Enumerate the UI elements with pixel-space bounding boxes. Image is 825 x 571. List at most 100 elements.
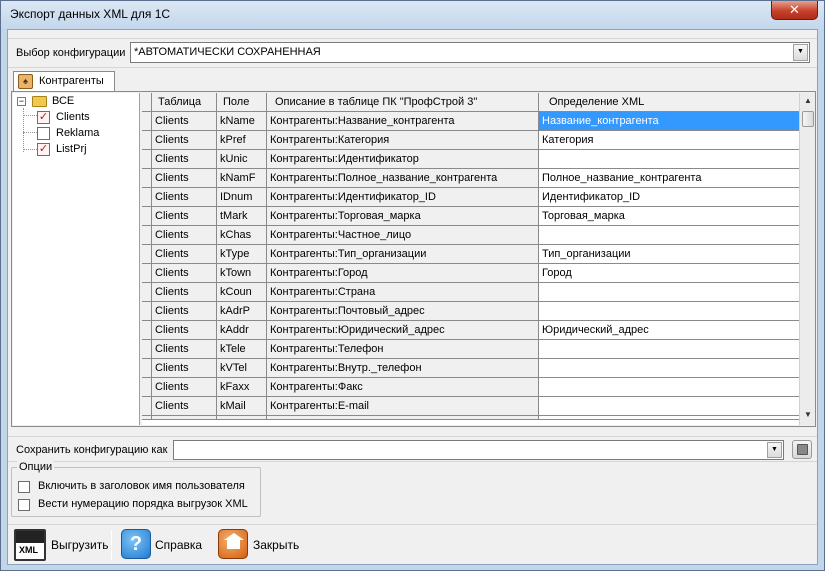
checkbox-icon[interactable] (18, 499, 30, 511)
chevron-down-icon[interactable]: ▼ (793, 44, 808, 61)
tree-connector (23, 115, 37, 116)
grid-row-header[interactable] (142, 188, 152, 207)
scroll-up-icon[interactable]: ▲ (800, 93, 816, 109)
grid-row-header[interactable] (142, 264, 152, 283)
grid-row-header[interactable] (142, 169, 152, 188)
tree-item-reklama[interactable]: Reklama (37, 126, 137, 142)
grid-column-header[interactable]: Описание в таблице ПК "ПрофСтрой 3" (267, 93, 539, 112)
grid-row-header[interactable] (142, 283, 152, 302)
grid-cell: Контрагенты:Факс (267, 378, 539, 397)
grid-cell: kNamF (217, 169, 267, 188)
save-config-input[interactable]: ▼ (173, 440, 784, 460)
contractor-icon: ♠ (18, 74, 33, 89)
xml-definition-cell[interactable] (539, 378, 811, 397)
tree-connector (23, 132, 37, 133)
save-config-row: Сохранить конфигурацию как ▼ (8, 436, 817, 462)
grid-column-header[interactable]: Поле (217, 93, 267, 112)
grid-column-header[interactable]: Таблица (152, 93, 217, 112)
close-label: Закрыть (253, 538, 300, 552)
grid-cell: Clients (152, 302, 217, 321)
grid-cell: Контрагенты:E-mail (267, 397, 539, 416)
scroll-thumb[interactable] (802, 111, 814, 127)
export-button[interactable]: XML Выгрузить (14, 528, 109, 564)
grid-row-header[interactable] (142, 378, 152, 397)
grid-row-header[interactable] (142, 131, 152, 150)
chevron-down-icon[interactable]: ▼ (767, 442, 782, 458)
close-button[interactable]: Закрыть (218, 528, 300, 564)
xml-definition-cell[interactable] (539, 283, 811, 302)
xml-definition-cell[interactable]: Идентификатор_ID (539, 188, 811, 207)
client-area: Выбор конфигурации *АВТОМАТИЧЕСКИ СОХРАН… (7, 29, 818, 565)
mapping-grid[interactable]: Таблица Поле Описание в таблице ПК "ПрофСт… (142, 93, 815, 425)
grid-cell: Контрагенты:Категория (267, 131, 539, 150)
grid-row-header[interactable] (142, 340, 152, 359)
save-config-label: Сохранить конфигурацию как (16, 444, 168, 456)
xml-definition-cell[interactable]: Юридический_адрес (539, 321, 811, 340)
scroll-down-icon[interactable]: ▼ (800, 407, 816, 423)
xml-definition-cell[interactable] (539, 150, 811, 169)
tree-root[interactable]: − ВСЕ (15, 94, 135, 110)
help-icon: ? (121, 529, 151, 559)
grid-row-header[interactable] (142, 226, 152, 245)
option-username-in-header[interactable]: Включить в заголовок имя пользователя (18, 480, 258, 496)
xml-definition-cell[interactable] (539, 302, 811, 321)
grid-cell: kFaxx (217, 378, 267, 397)
save-config-button[interactable] (792, 440, 812, 459)
tab-contractors[interactable]: ♠ Контрагенты (13, 71, 115, 91)
checkbox-icon[interactable] (18, 481, 30, 493)
grid-scrollbar[interactable]: ▲ ▼ (799, 93, 815, 425)
grid-column-header[interactable]: Определение XML (539, 93, 811, 112)
grid-cell: Контрагенты:Страна (267, 283, 539, 302)
grid-row-header[interactable] (142, 150, 152, 169)
action-bar: XML Выгрузить ? Справка Закрыть (8, 524, 817, 565)
xml-definition-cell[interactable] (539, 226, 811, 245)
xml-definition-cell[interactable]: Категория (539, 131, 811, 150)
grid-cell: kType (217, 245, 267, 264)
title-bar[interactable]: Экспорт данных XML для 1С ✕ (1, 1, 824, 29)
grid-cell: Контрагенты:Почтовый_адрес (267, 302, 539, 321)
app-window: Экспорт данных XML для 1С ✕ Выбор конфиг… (0, 0, 825, 571)
grid-cell: kTown (217, 264, 267, 283)
checkbox-icon[interactable]: ✓ (37, 111, 50, 124)
help-button[interactable]: ? Справка (121, 528, 202, 564)
checkbox-icon[interactable] (37, 127, 50, 140)
grid-row-header[interactable] (142, 245, 152, 264)
grid-cell: tMark (217, 207, 267, 226)
grid-row-header[interactable] (142, 207, 152, 226)
tree-item-clients[interactable]: ✓ Clients (37, 110, 137, 126)
window-close-button[interactable]: ✕ (771, 1, 818, 20)
option-label: Вести нумерацию порядка выгрузок XML (38, 498, 248, 510)
config-select[interactable]: *АВТОМАТИЧЕСКИ СОХРАНЕННАЯ ▼ (130, 42, 810, 63)
tree-root-label: ВСЕ (52, 95, 75, 107)
tree-item-listprj[interactable]: ✓ ListPrj (37, 142, 137, 158)
xml-definition-cell[interactable]: Полное_название_контрагента (539, 169, 811, 188)
checkbox-icon[interactable]: ✓ (37, 143, 50, 156)
grid-cell: Контрагенты:Полное_название_контрагента (267, 169, 539, 188)
xml-definition-cell[interactable] (539, 397, 811, 416)
options-group: Опции Включить в заголовок имя пользоват… (11, 461, 261, 517)
xml-definition-cell[interactable]: Город (539, 264, 811, 283)
xml-definition-cell[interactable]: Название_контрагента (539, 112, 811, 131)
xml-definition-cell[interactable]: Тип_организации (539, 245, 811, 264)
grid-row-header[interactable] (142, 112, 152, 131)
grid-cell: Clients (152, 188, 217, 207)
xml-definition-cell[interactable] (539, 340, 811, 359)
grid-cell: Контрагенты:Идентификатор (267, 150, 539, 169)
grid-row-header[interactable] (142, 321, 152, 340)
option-export-numbering[interactable]: Вести нумерацию порядка выгрузок XML (18, 498, 258, 514)
tree-connector (23, 149, 37, 150)
grid-row-header[interactable] (142, 359, 152, 378)
grid-row-header[interactable] (142, 397, 152, 416)
grid-row-header[interactable] (142, 302, 152, 321)
xml-definition-cell[interactable] (539, 359, 811, 378)
grid-cell: kVTel (217, 359, 267, 378)
grid-row-partial (267, 416, 539, 420)
xml-export-icon: XML (14, 529, 46, 561)
collapse-icon[interactable]: − (17, 97, 26, 106)
grid-cell: IDnum (217, 188, 267, 207)
grid-cell: kUnic (217, 150, 267, 169)
xml-definition-cell[interactable]: Торговая_марка (539, 207, 811, 226)
grid-cell: Контрагенты:Тип_организации (267, 245, 539, 264)
grid-cell: kPref (217, 131, 267, 150)
grid-cell: Clients (152, 397, 217, 416)
